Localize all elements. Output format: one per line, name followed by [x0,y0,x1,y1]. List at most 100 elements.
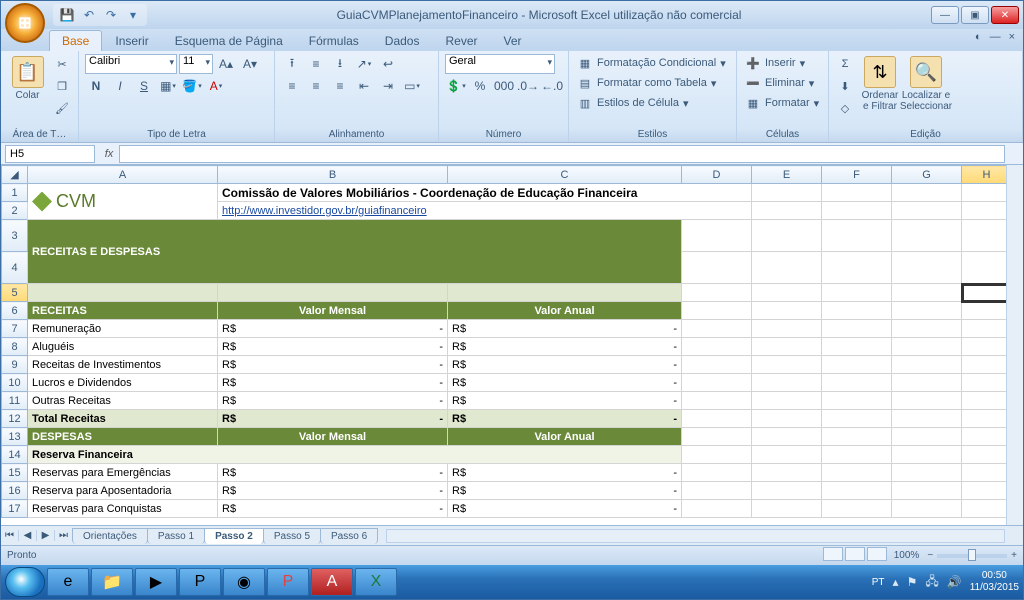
clear-icon[interactable]: ◇ [835,98,855,118]
ribbon-minimize-icon[interactable]: — [990,31,1001,43]
zoom-in-icon[interactable]: + [1011,550,1017,561]
row-header[interactable]: 11 [2,392,28,410]
tab-nav-last[interactable]: ⏭ [55,530,73,541]
tab-formulas[interactable]: Fórmulas [296,30,372,51]
help-icon[interactable]: ◐ [975,31,982,43]
paste-button[interactable]: 📋 Colar [7,54,48,103]
row-header[interactable]: 8 [2,338,28,356]
format-painter-icon[interactable]: 🖌 [52,98,72,118]
tray-flag-icon[interactable]: ⚑ [907,575,918,589]
taskbar-powerpoint-icon[interactable]: P [267,568,309,596]
row-header[interactable]: 13 [2,428,28,446]
tray-clock[interactable]: 00:50 11/03/2015 [970,570,1019,594]
wrap-text-button[interactable]: ↩ [377,54,399,74]
tab-nav-first[interactable]: ⏮ [1,530,19,541]
sheet-tab[interactable]: Passo 5 [263,528,321,544]
decrease-indent-icon[interactable]: ⇤ [353,76,375,96]
sheet-tab[interactable]: Passo 1 [147,528,205,544]
tab-base[interactable]: Base [49,30,102,51]
tab-nav-prev[interactable]: ◀ [19,530,37,541]
row-header[interactable]: 17 [2,500,28,518]
align-center-icon[interactable]: ≡ [305,76,327,96]
sort-filter-button[interactable]: ⇅ Ordenar e Filtrar [859,54,901,114]
merge-button[interactable]: ▭ [401,76,423,96]
align-top-icon[interactable]: ⭱ [281,54,303,74]
bold-button[interactable]: N [85,76,107,96]
grow-font-icon[interactable]: A▴ [215,54,237,74]
active-cell[interactable] [962,284,1007,302]
investidor-link[interactable]: http://www.investidor.gov.br/guiafinance… [222,205,427,217]
workbook-close-icon[interactable]: × [1009,31,1015,43]
close-button[interactable]: ✕ [991,6,1019,24]
sheet-tab[interactable]: Passo 6 [320,528,378,544]
col-header[interactable]: F [822,166,892,184]
taskbar-excel-icon[interactable]: X [355,568,397,596]
tray-network-icon[interactable]: 🖧 [925,572,938,593]
row-header[interactable]: 2 [2,202,28,220]
maximize-button[interactable]: ▣ [961,6,989,24]
increase-indent-icon[interactable]: ⇥ [377,76,399,96]
insert-cells-button[interactable]: ➕Inserir ▾ [743,54,807,72]
col-header[interactable]: B [218,166,448,184]
tab-rever[interactable]: Rever [432,30,490,51]
tray-chevron-icon[interactable]: ▴ [893,575,899,589]
row-header[interactable]: 4 [2,252,28,284]
cut-icon[interactable]: ✂ [52,54,72,74]
autosum-icon[interactable]: Σ [835,54,855,74]
align-middle-icon[interactable]: ≡ [305,54,327,74]
tab-dados[interactable]: Dados [372,30,433,51]
row-header[interactable]: 1 [2,184,28,202]
minimize-button[interactable]: — [931,6,959,24]
office-button[interactable]: ⊞ [5,3,45,43]
comma-icon[interactable]: 000 [493,76,515,96]
qat-customize-icon[interactable]: ▾ [125,7,141,23]
font-color-button[interactable]: A [205,76,227,96]
orientation-icon[interactable]: ↗ [353,54,375,74]
start-button[interactable] [5,567,45,597]
row-header[interactable]: 3 [2,220,28,252]
redo-icon[interactable]: ↷ [103,7,119,23]
taskbar-explorer-icon[interactable]: 📁 [91,568,133,596]
col-header[interactable]: G [892,166,962,184]
delete-cells-button[interactable]: ➖Eliminar ▾ [743,74,816,92]
taskbar-chrome-icon[interactable]: ◉ [223,568,265,596]
row-header[interactable]: 9 [2,356,28,374]
underline-button[interactable]: S [133,76,155,96]
save-icon[interactable]: 💾 [59,7,75,23]
tab-nav-next[interactable]: ▶ [37,530,55,541]
row-header[interactable]: 10 [2,374,28,392]
horizontal-scrollbar[interactable] [386,529,1005,543]
align-bottom-icon[interactable]: ⭳ [329,54,351,74]
conditional-formatting-button[interactable]: ▦Formatação Condicional ▾ [575,54,728,72]
tray-volume-icon[interactable]: 🔊 [947,575,962,589]
tab-inserir[interactable]: Inserir [102,30,161,51]
row-header[interactable]: 16 [2,482,28,500]
col-header[interactable]: C [448,166,682,184]
fill-icon[interactable]: ⬇ [835,76,855,96]
border-button[interactable]: ▦ [157,76,179,96]
row-header[interactable]: 15 [2,464,28,482]
cell-styles-button[interactable]: ▥Estilos de Célula ▾ [575,94,690,112]
copy-icon[interactable]: ❐ [52,76,72,96]
worksheet-grid[interactable]: ◢ A B C D E F G H 1 CVM Comissão de Valo… [1,165,1006,525]
italic-button[interactable]: I [109,76,131,96]
row-header[interactable]: 5 [2,284,28,302]
format-as-table-button[interactable]: ▤Formatar como Tabela ▾ [575,74,718,92]
taskbar-ie-icon[interactable]: e [47,568,89,596]
row-header[interactable]: 7 [2,320,28,338]
font-name-combo[interactable]: Calibri [85,54,177,74]
fx-icon[interactable]: fx [99,148,119,160]
sheet-tab[interactable]: Orientações [72,528,148,544]
shrink-font-icon[interactable]: A▾ [239,54,261,74]
zoom-slider[interactable]: − + [927,550,1017,561]
align-right-icon[interactable]: ≡ [329,76,351,96]
col-header[interactable]: D [682,166,752,184]
select-all-corner[interactable]: ◢ [2,166,28,184]
fill-color-button[interactable]: 🪣 [181,76,203,96]
col-header[interactable]: H [962,166,1007,184]
vertical-scrollbar[interactable] [1006,165,1023,525]
font-size-combo[interactable]: 11 [179,54,213,74]
sheet-tab[interactable]: Passo 2 [204,528,264,544]
format-cells-button[interactable]: ▦Formatar ▾ [743,94,821,112]
view-buttons[interactable] [822,547,888,564]
